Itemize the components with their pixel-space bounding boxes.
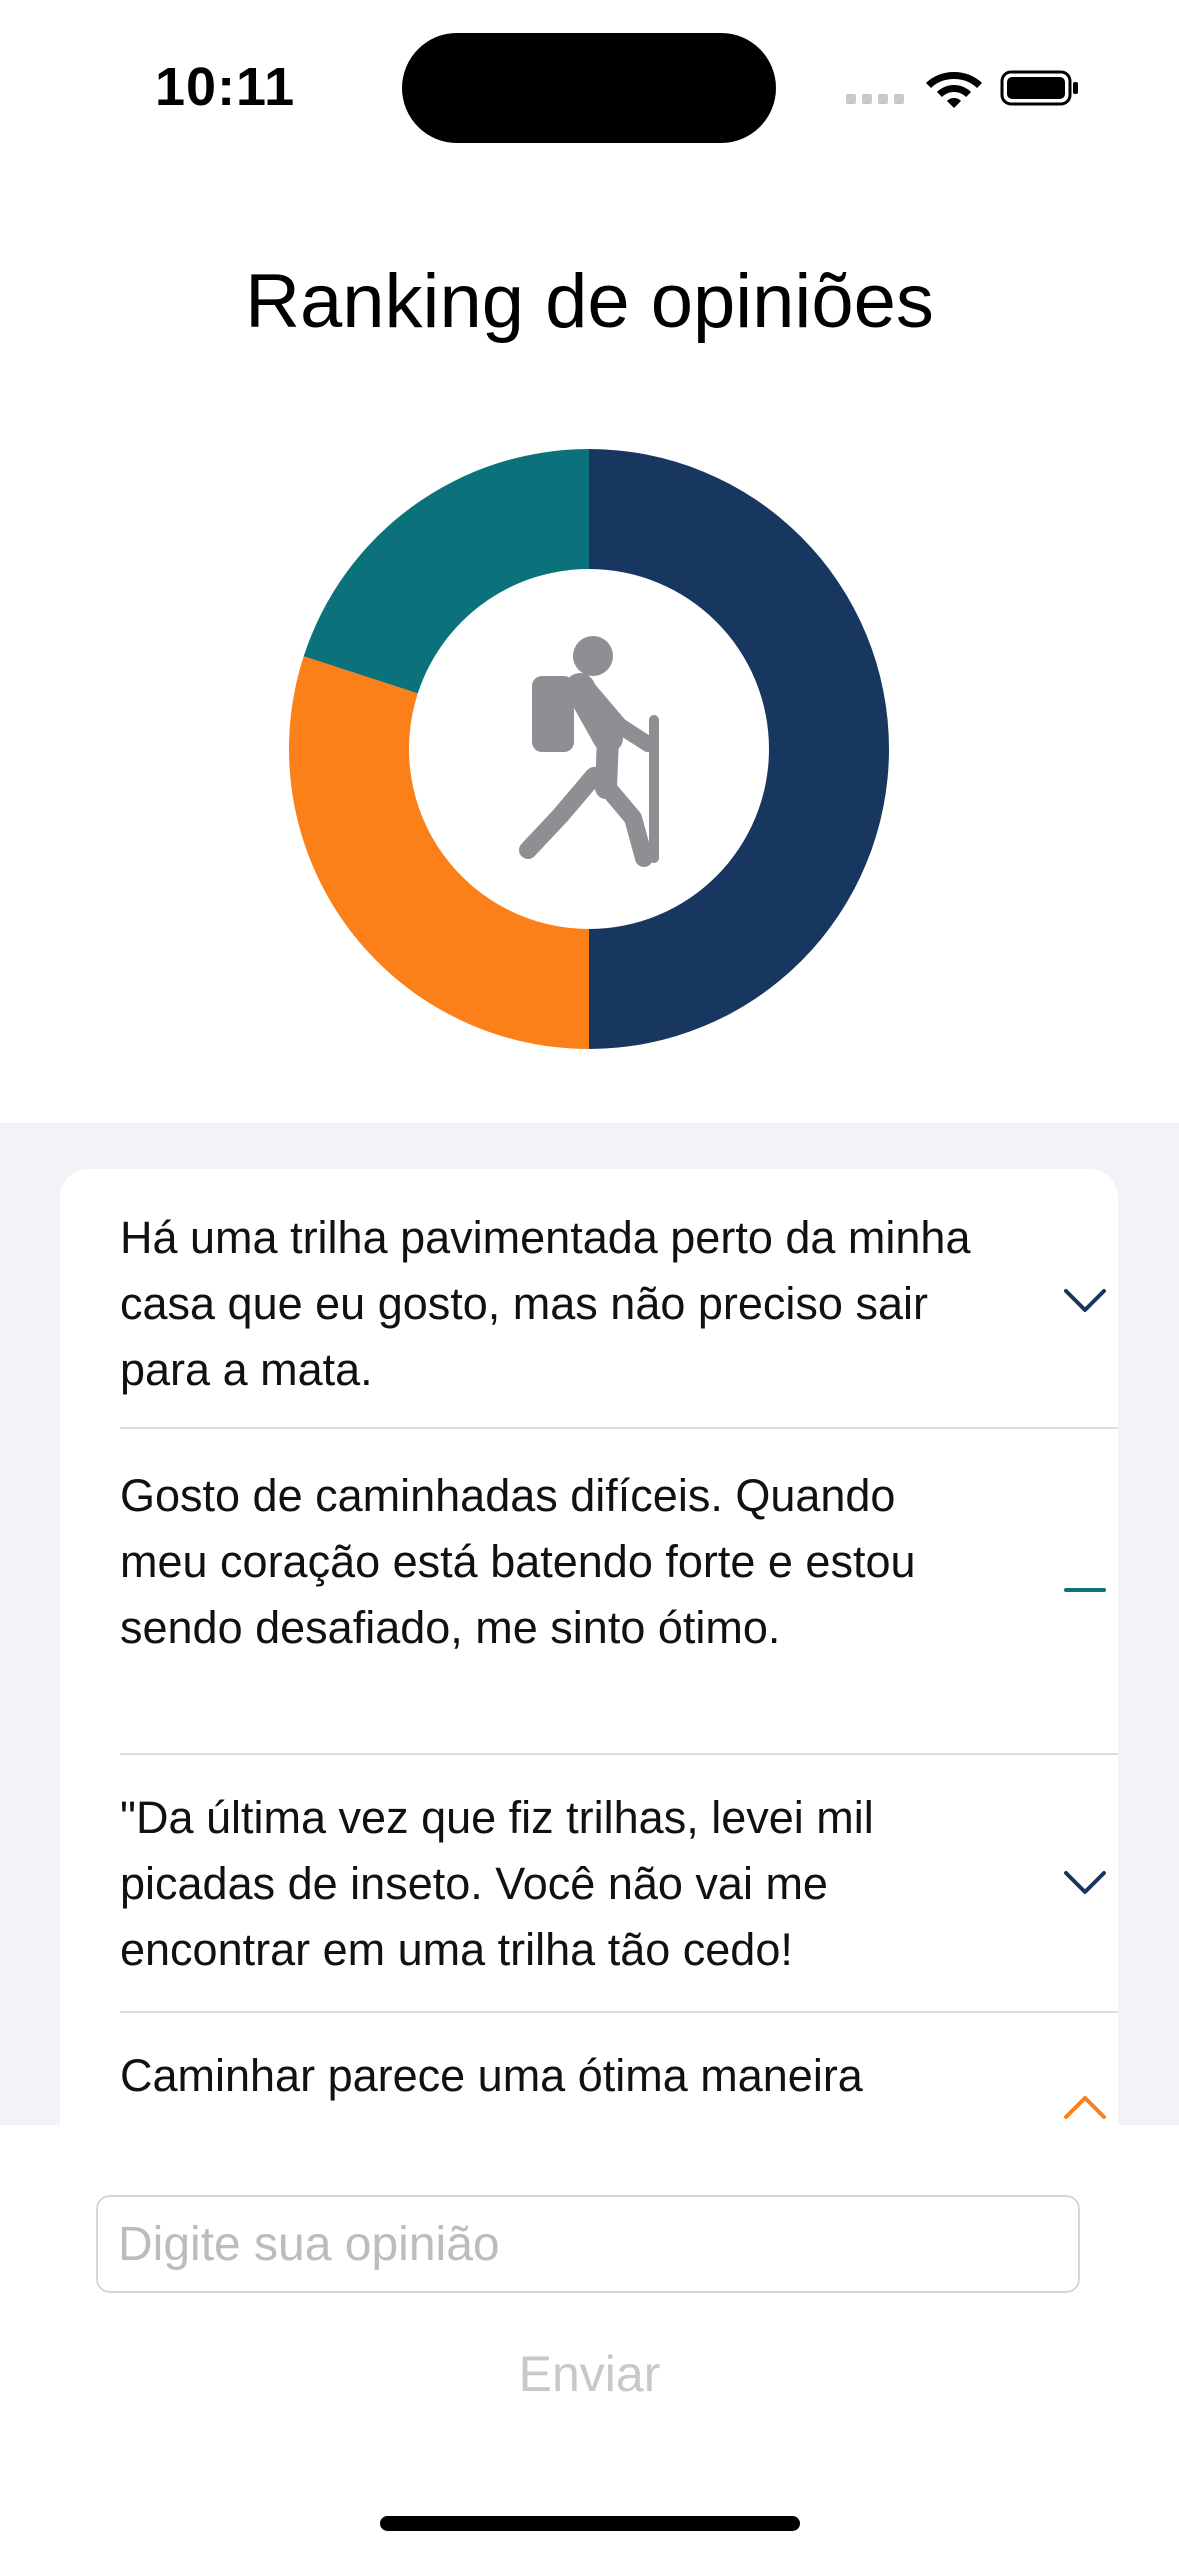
list-item[interactable]: Há uma trilha pavimentada perto da minha…	[120, 1169, 1118, 1429]
opinion-text: Caminhar parece uma ótima maneira	[120, 2050, 863, 2101]
opinion-input-field[interactable]	[96, 2195, 1080, 2293]
opinions-card: Há uma trilha pavimentada perto da minha…	[60, 1169, 1118, 2125]
home-indicator[interactable]	[380, 2516, 800, 2531]
opinion-text: Gosto de caminhadas difíceis. Quando meu…	[120, 1470, 916, 1653]
opinion-text: Há uma trilha pavimentada perto da minha…	[120, 1212, 971, 1395]
list-item[interactable]: Caminhar parece uma ótima maneira	[120, 2013, 1118, 2125]
wifi-icon	[926, 72, 982, 108]
dash-icon[interactable]	[1060, 1565, 1110, 1615]
opinions-list[interactable]: Há uma trilha pavimentada perto da minha…	[0, 1123, 1179, 2125]
page-title: Ranking de opiniões	[245, 259, 934, 344]
opinion-composer: Enviar	[0, 2125, 1179, 2556]
opinion-donut-chart	[288, 449, 889, 1049]
status-bar: 10:11	[0, 0, 1179, 170]
opinion-text: "Da última vez que fiz trilhas, levei mi…	[120, 1792, 874, 1975]
donut-slice-0	[589, 449, 889, 1049]
donut-slice-2	[303, 449, 589, 694]
dynamic-island	[402, 33, 776, 143]
list-item[interactable]: "Da última vez que fiz trilhas, levei mi…	[120, 1755, 1118, 2013]
chevron-down-icon[interactable]	[1060, 1857, 1110, 1907]
opinion-input[interactable]	[98, 2197, 1078, 2291]
send-button[interactable]: Enviar	[0, 2345, 1179, 2403]
chevron-down-icon[interactable]	[1060, 1275, 1110, 1325]
hiking-person-icon	[519, 636, 659, 867]
cellular-signal-icon	[846, 94, 906, 104]
chevron-up-icon[interactable]	[1060, 2083, 1110, 2125]
list-item[interactable]: Gosto de caminhadas difíceis. Quando meu…	[120, 1429, 1118, 1755]
status-time: 10:11	[155, 57, 296, 117]
battery-icon	[1000, 70, 1078, 106]
